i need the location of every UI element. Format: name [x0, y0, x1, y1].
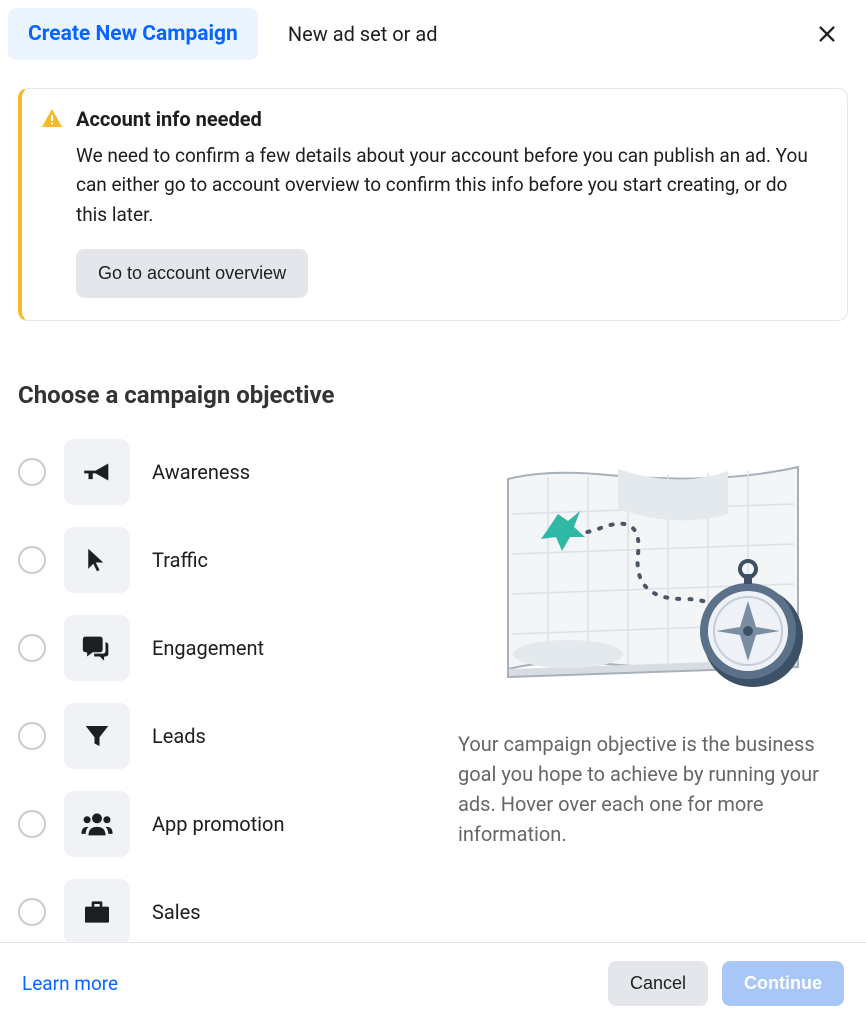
people-icon	[80, 807, 114, 841]
radio-engagement[interactable]	[18, 634, 46, 662]
icon-box	[64, 439, 130, 505]
account-info-alert: Account info needed We need to confirm a…	[18, 88, 848, 321]
alert-header: Account info needed	[40, 107, 823, 131]
radio-leads[interactable]	[18, 722, 46, 750]
objective-sales[interactable]: Sales	[18, 879, 418, 945]
learn-more-link[interactable]: Learn more	[22, 972, 118, 995]
objective-label: Engagement	[152, 636, 264, 660]
close-icon	[816, 23, 838, 45]
cancel-button[interactable]: Cancel	[608, 961, 708, 1006]
icon-box	[64, 879, 130, 945]
objective-label: App promotion	[152, 812, 285, 836]
objective-leads[interactable]: Leads	[18, 703, 418, 769]
tab-create-campaign[interactable]: Create New Campaign	[8, 8, 258, 60]
tab-new-ad-set[interactable]: New ad set or ad	[268, 8, 458, 60]
alert-body: We need to confirm a few details about y…	[76, 141, 823, 229]
objective-app-promotion[interactable]: App promotion	[18, 791, 418, 857]
icon-box	[64, 703, 130, 769]
radio-awareness[interactable]	[18, 458, 46, 486]
dialog-header: Create New Campaign New ad set or ad	[0, 0, 866, 68]
funnel-icon	[82, 721, 112, 751]
radio-app-promotion[interactable]	[18, 810, 46, 838]
radio-sales[interactable]	[18, 898, 46, 926]
cursor-icon	[82, 545, 112, 575]
objective-label: Sales	[152, 900, 201, 924]
objective-traffic[interactable]: Traffic	[18, 527, 418, 593]
warning-icon	[40, 107, 64, 131]
close-button[interactable]	[808, 15, 846, 53]
side-description: Your campaign objective is the business …	[458, 729, 848, 849]
icon-box	[64, 615, 130, 681]
continue-button[interactable]: Continue	[722, 961, 844, 1006]
chat-icon	[80, 631, 114, 665]
objective-label: Traffic	[152, 548, 208, 572]
icon-box	[64, 527, 130, 593]
briefcase-icon	[81, 896, 113, 928]
objective-label: Leads	[152, 724, 206, 748]
dialog-footer: Learn more Cancel Continue	[0, 942, 866, 1024]
side-panel: Your campaign objective is the business …	[458, 439, 848, 967]
go-to-account-overview-button[interactable]: Go to account overview	[76, 249, 308, 298]
icon-box	[64, 791, 130, 857]
objective-awareness[interactable]: Awareness	[18, 439, 418, 505]
objective-engagement[interactable]: Engagement	[18, 615, 418, 681]
megaphone-icon	[80, 455, 114, 489]
radio-traffic[interactable]	[18, 546, 46, 574]
objectives-list: Awareness Traffic Engagement Leads	[18, 439, 418, 967]
footer-buttons: Cancel Continue	[608, 961, 844, 1006]
objective-illustration	[458, 459, 848, 699]
section-title: Choose a campaign objective	[18, 381, 848, 409]
content-row: Awareness Traffic Engagement Leads	[0, 439, 866, 967]
alert-title: Account info needed	[76, 107, 262, 131]
objective-label: Awareness	[152, 460, 250, 484]
